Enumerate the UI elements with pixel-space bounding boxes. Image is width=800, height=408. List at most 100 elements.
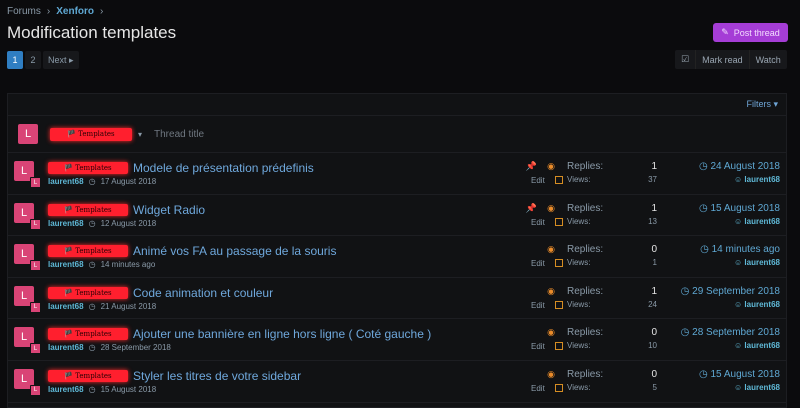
- replies-count: 0: [651, 368, 657, 380]
- eye-icon: ◉: [547, 244, 555, 255]
- latest-post: ◷ 15 August 2018 ☺ laurent68: [699, 203, 780, 226]
- start-date[interactable]: 15 August 2018: [101, 385, 157, 394]
- author-link[interactable]: laurent68: [48, 260, 84, 269]
- avatar[interactable]: LL: [14, 244, 41, 272]
- latest-post: ◷ 29 September 2018 ☺ laurent68: [681, 286, 780, 309]
- select-checkbox[interactable]: [555, 342, 563, 351]
- breadcrumb-forums[interactable]: Forums: [7, 6, 41, 17]
- thread-actions: ☑ Mark read Watch: [675, 50, 787, 69]
- prefix-badge[interactable]: 🏴 Templates: [48, 369, 128, 382]
- thread-title-link[interactable]: Styler les titres de votre sidebar: [133, 369, 301, 383]
- avatar[interactable]: LL: [14, 161, 41, 188]
- prefix-badge[interactable]: 🏴 Templates: [48, 328, 128, 341]
- clock-icon: ◷: [88, 384, 96, 394]
- latest-user[interactable]: ☺ laurent68: [700, 258, 780, 267]
- avatar-letter: L: [20, 206, 28, 219]
- prefix-badge[interactable]: 🏴 Templates: [48, 245, 128, 258]
- views-label: Views:: [567, 299, 591, 309]
- page-title: Modification templates: [7, 23, 177, 42]
- author-link[interactable]: laurent68: [48, 177, 84, 186]
- latest-user-text: laurent68: [744, 216, 780, 226]
- eye-icon: ◉: [547, 202, 555, 213]
- start-date[interactable]: 28 September 2018: [101, 343, 171, 352]
- thread-rows: LL 🏴 Templates Modele de présentation pr…: [8, 153, 786, 403]
- eye-icon: ◉: [547, 327, 555, 338]
- select-checkbox[interactable]: [555, 259, 563, 268]
- prefix-badge[interactable]: 🏴 Templates: [48, 203, 128, 216]
- latest-user[interactable]: ☺ laurent68: [699, 383, 780, 392]
- avatar[interactable]: LL: [14, 202, 41, 230]
- thread-meta: laurent68 ◷ 17 August 2018: [48, 177, 156, 186]
- thread-stats: Replies: 1 Views: 13: [567, 203, 657, 226]
- edit-link[interactable]: Edit: [531, 384, 545, 393]
- start-date[interactable]: 17 August 2018: [101, 177, 157, 186]
- author-link[interactable]: laurent68: [48, 219, 84, 228]
- thread-title-link[interactable]: Code animation et couleur: [133, 286, 273, 300]
- edit-link[interactable]: Edit: [531, 176, 545, 185]
- watch-button[interactable]: Watch: [748, 50, 787, 69]
- select-checkbox[interactable]: [555, 217, 563, 226]
- author-link[interactable]: laurent68: [48, 385, 84, 394]
- thread-title-line: 🏴 Templates Widget Radio: [48, 203, 205, 217]
- thread-title-line: 🏴 Templates Code animation et couleur: [48, 286, 273, 300]
- edit-link[interactable]: Edit: [531, 259, 545, 268]
- views-label: Views:: [567, 258, 591, 268]
- thread-title-link[interactable]: Widget Radio: [133, 203, 205, 217]
- chevron-down-icon[interactable]: ▾: [138, 130, 142, 139]
- page-1-button[interactable]: 1: [7, 51, 23, 69]
- next-page-button[interactable]: Next ▸: [43, 51, 79, 69]
- page-2-button[interactable]: 2: [25, 51, 41, 69]
- prefix-select[interactable]: 🏴 Templates: [50, 127, 132, 141]
- thread-title-link[interactable]: Ajouter une bannière en ligne hors ligne…: [133, 327, 431, 341]
- breadcrumb-xenforo[interactable]: Xenforo: [56, 6, 94, 17]
- avatar[interactable]: L: [18, 124, 38, 144]
- latest-post: ◷ 14 minutes ago ☺ laurent68: [700, 244, 780, 267]
- edit-link[interactable]: Edit: [531, 218, 545, 227]
- latest-date[interactable]: ◷ 15 August 2018: [699, 203, 780, 214]
- checkbox-icon[interactable]: ☑: [675, 50, 695, 69]
- start-date[interactable]: 12 August 2018: [101, 219, 157, 228]
- user-icon: ☺: [734, 382, 745, 392]
- latest-user[interactable]: ☺ laurent68: [699, 175, 780, 184]
- thread-title-link[interactable]: Modele de présentation prédefinis: [133, 161, 314, 175]
- clock-icon: ◷: [88, 343, 96, 353]
- edit-link[interactable]: Edit: [531, 301, 545, 310]
- select-checkbox[interactable]: [555, 176, 563, 184]
- latest-date-text: 28 September 2018: [692, 327, 780, 339]
- post-thread-button[interactable]: ✎ Post thread: [713, 23, 788, 42]
- thread-title-link[interactable]: Animé vos FA au passage de la souris: [133, 244, 336, 258]
- thread-stats: Replies: 0 Views: 10: [567, 327, 657, 350]
- thread-title-input[interactable]: Thread title: [154, 129, 204, 140]
- avatar[interactable]: LL: [14, 285, 41, 313]
- latest-date[interactable]: ◷ 15 August 2018: [699, 369, 780, 380]
- views-count: 13: [648, 216, 657, 226]
- start-date[interactable]: 14 minutes ago: [101, 260, 156, 269]
- select-checkbox[interactable]: [555, 383, 563, 392]
- edit-link[interactable]: Edit: [531, 342, 545, 351]
- avatar[interactable]: LL: [14, 368, 41, 396]
- author-link[interactable]: laurent68: [48, 302, 84, 311]
- start-date[interactable]: 21 August 2018: [101, 302, 157, 311]
- prefix-badge[interactable]: 🏴 Templates: [48, 286, 128, 299]
- thread-meta: laurent68 ◷ 21 August 2018: [48, 302, 156, 311]
- filters-button[interactable]: Filters ▾: [746, 99, 778, 110]
- thread-title-line: 🏴 Templates Styler les titres de votre s…: [48, 369, 301, 383]
- prefix-badge[interactable]: 🏴 Templates: [48, 162, 128, 174]
- latest-user[interactable]: ☺ laurent68: [681, 300, 780, 309]
- latest-date[interactable]: ◷ 29 September 2018: [681, 286, 780, 297]
- thread-row: LL 🏴 Templates Animé vos FA au passage d…: [8, 236, 786, 278]
- thread-row: LL 🏴 Templates Modele de présentation pr…: [8, 153, 786, 195]
- avatar[interactable]: LL: [14, 327, 41, 355]
- author-link[interactable]: laurent68: [48, 343, 84, 352]
- latest-post: ◷ 28 September 2018 ☺ laurent68: [681, 327, 780, 350]
- breadcrumb: Forums › Xenforo ›: [7, 6, 103, 17]
- latest-date[interactable]: ◷ 24 August 2018: [699, 161, 780, 172]
- replies-count: 0: [651, 244, 657, 256]
- latest-user[interactable]: ☺ laurent68: [681, 341, 780, 350]
- latest-date[interactable]: ◷ 14 minutes ago: [700, 244, 780, 255]
- mark-read-button[interactable]: Mark read: [695, 50, 749, 69]
- latest-date[interactable]: ◷ 28 September 2018: [681, 327, 780, 338]
- select-checkbox[interactable]: [555, 300, 563, 309]
- latest-user[interactable]: ☺ laurent68: [699, 217, 780, 226]
- thread-meta: laurent68 ◷ 12 August 2018: [48, 219, 156, 228]
